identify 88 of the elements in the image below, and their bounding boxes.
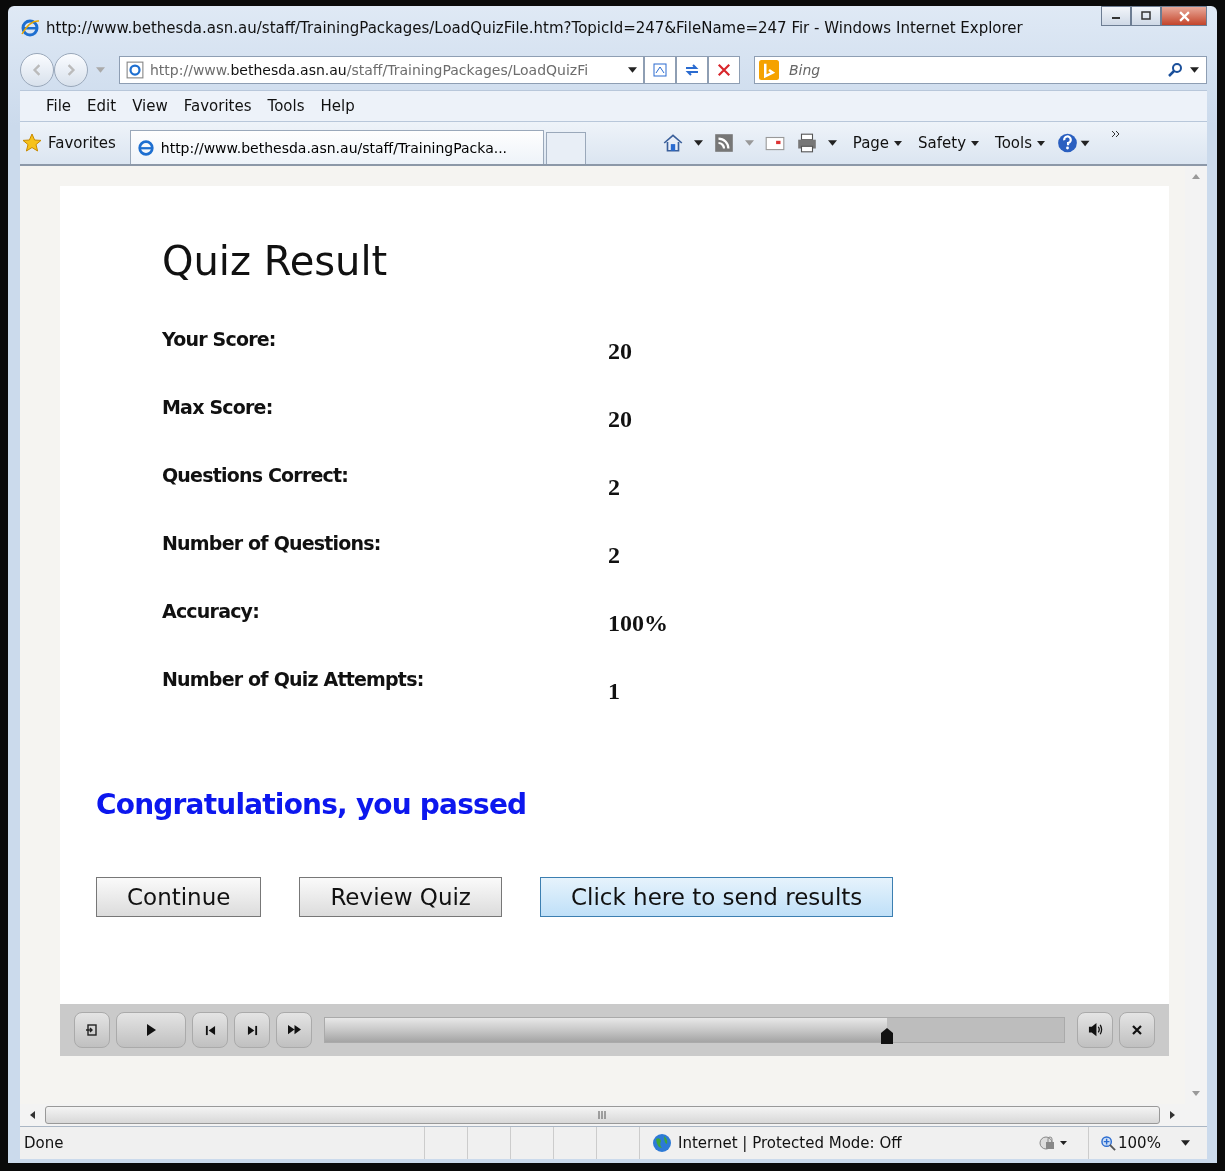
quiz-button[interactable]: Click here to send results (539, 877, 894, 917)
quiz-button[interactable]: Review Quiz (299, 877, 502, 917)
exit-icon (86, 1024, 98, 1036)
scroll-right-icon[interactable] (1170, 1111, 1175, 1119)
fast-forward-button[interactable] (276, 1012, 312, 1048)
grip-icon (598, 1111, 607, 1119)
result-value: 2 (608, 473, 620, 502)
rewind-button[interactable] (192, 1012, 228, 1048)
menu-item[interactable]: View (126, 95, 174, 117)
dropdown-arrow-icon[interactable] (1180, 1140, 1190, 1146)
close-button[interactable] (1161, 6, 1207, 26)
compatibility-button[interactable] (644, 56, 676, 84)
scroll-up-icon[interactable] (1192, 174, 1200, 179)
skip-back-icon (204, 1024, 216, 1036)
scrollbar-thumb[interactable] (45, 1106, 1160, 1124)
result-value: 1 (608, 677, 620, 706)
skip-forward-icon (246, 1024, 258, 1036)
result-value: 20 (608, 337, 632, 366)
dropdown-arrow-icon[interactable] (1190, 67, 1199, 73)
fast-forward-icon (287, 1024, 301, 1036)
maximize-icon (1141, 11, 1151, 21)
globe-icon (652, 1133, 672, 1153)
command-menu-button[interactable]: Safety (918, 134, 980, 152)
menu-item[interactable]: Tools (261, 95, 311, 117)
play-icon (145, 1024, 157, 1036)
address-text: http://www.bethesda.asn.au/staff/TrainingPackages/LoadQuizFi (150, 62, 590, 78)
feed-icon[interactable] (712, 132, 735, 154)
exit-button[interactable] (74, 1012, 110, 1048)
command-menu-button[interactable]: Tools (995, 134, 1046, 152)
address-field[interactable]: http://www.bethesda.asn.au/staff/TrainingPackages/LoadQuizFi (119, 56, 644, 84)
search-icon[interactable] (1167, 62, 1183, 78)
menu-item[interactable]: Help (314, 95, 361, 117)
progress-track[interactable] (324, 1017, 1065, 1043)
chevron-icon[interactable] (1111, 130, 1122, 138)
printer-icon[interactable] (795, 132, 818, 154)
dropdown-arrow-icon[interactable] (693, 140, 703, 146)
volume-button[interactable] (1077, 1012, 1113, 1048)
caret-icon (1037, 140, 1046, 146)
next-slide-button[interactable] (234, 1012, 270, 1048)
browser-logo-icon (20, 18, 40, 38)
pass-message: Congratulations, you passed (96, 788, 528, 821)
refresh-button[interactable] (676, 56, 708, 84)
quiz-button[interactable]: Continue (96, 877, 262, 917)
favorites-button[interactable]: Favorites (20, 133, 130, 153)
result-value: 100% (608, 609, 668, 638)
maximize-button[interactable] (1131, 6, 1161, 26)
close-player-button[interactable] (1119, 1012, 1155, 1048)
result-label: Accuracy: (162, 600, 260, 624)
status-text: Done (23, 1134, 65, 1152)
security-zone-text: Internet | Protected Mode: Off (678, 1134, 902, 1152)
home-icon[interactable] (661, 132, 684, 154)
minimize-button[interactable] (1101, 6, 1131, 26)
command-menu-button[interactable]: Page (852, 134, 903, 152)
help-icon[interactable] (1055, 132, 1092, 154)
result-label: Questions Correct: (162, 464, 350, 488)
caret-icon (894, 140, 903, 146)
result-label: Max Score: (162, 396, 274, 420)
dropdown-arrow-icon[interactable] (628, 67, 637, 73)
menu-item[interactable]: Favorites (177, 95, 258, 117)
star-icon (22, 133, 42, 153)
scroll-down-icon[interactable] (1192, 1091, 1200, 1096)
play-button[interactable] (116, 1012, 186, 1048)
scroll-left-icon[interactable] (30, 1111, 35, 1119)
caret-icon (971, 140, 980, 146)
browser-tab[interactable]: http://www.bethesda.asn.au/staff/TrainingPacka... (129, 130, 544, 164)
result-value: 2 (608, 541, 620, 570)
search-field[interactable]: Bing (754, 56, 1207, 84)
dropdown-arrow-icon[interactable] (827, 140, 837, 146)
refresh-icon (684, 62, 700, 78)
stop-icon (717, 63, 731, 77)
result-value: 20 (608, 405, 632, 434)
speaker-icon (1087, 1023, 1103, 1037)
result-label: Your Score: (162, 328, 277, 352)
menu-item[interactable]: File (40, 95, 78, 117)
slider-thumb[interactable] (880, 1028, 893, 1044)
close-icon (1178, 10, 1190, 22)
lock-icon[interactable] (1036, 1133, 1070, 1153)
zoom-button[interactable]: 100% (1088, 1127, 1161, 1159)
result-label: Number of Questions: (162, 532, 382, 556)
close-icon (1132, 1025, 1142, 1035)
menu-item[interactable]: Edit (81, 95, 123, 117)
window-title: http://www.bethesda.asn.au/staff/TrainingPackages/LoadQuizFile.htm?TopicId=247&FileName=247 Fir - Windows Internet Explorer (46, 19, 1024, 37)
browser-logo-icon (136, 138, 155, 157)
result-label: Number of Quiz Attempts: (162, 668, 425, 692)
quiz-title: Quiz Result (162, 238, 389, 284)
magnifier-icon (1101, 1135, 1116, 1151)
page-icon (126, 61, 144, 79)
stop-button[interactable] (708, 56, 740, 84)
